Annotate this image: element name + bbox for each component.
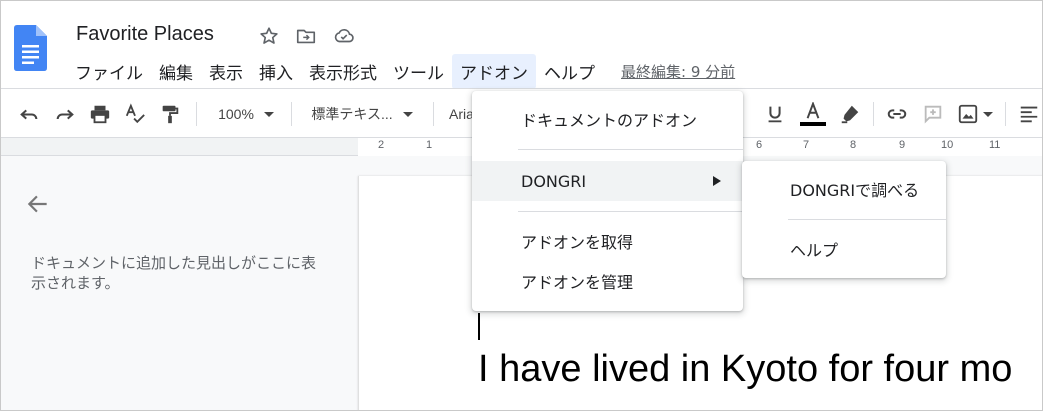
menu-view[interactable]: 表示 [201, 54, 251, 89]
menu-item-manage-addons[interactable]: アドオンを管理 [472, 261, 743, 301]
menu-divider [518, 211, 743, 212]
align-left-icon [1020, 106, 1038, 123]
ruler-label: 11 [989, 139, 1001, 151]
ruler-label: 2 [378, 139, 385, 151]
menu-edit[interactable]: 編集 [151, 54, 201, 89]
undo-icon [20, 109, 38, 120]
menu-item-dongri-help[interactable]: ヘルプ [742, 229, 946, 269]
align-button[interactable] [1017, 102, 1041, 126]
app-window: Favorite Places ファイル 編集 表示 挿入 表示形式 ツール ア… [0, 0, 1043, 411]
text-color-button[interactable] [799, 102, 827, 126]
font-select[interactable]: Aria [449, 102, 474, 126]
menu-divider [518, 149, 743, 150]
highlighter-icon [841, 105, 859, 124]
menu-insert[interactable]: 挿入 [251, 54, 301, 89]
toolbar-divider [1005, 102, 1006, 126]
chevron-down-icon [263, 111, 274, 117]
menu-item-get-addons[interactable]: アドオンを取得 [472, 221, 743, 261]
add-comment-icon [924, 105, 942, 124]
highlight-button[interactable] [838, 102, 862, 126]
print-button[interactable] [88, 102, 112, 126]
toolbar-divider [291, 102, 292, 126]
last-edit-link[interactable]: 最終編集: 9 分前 [621, 61, 735, 82]
redo-button[interactable] [53, 102, 77, 126]
text-cursor [478, 313, 480, 340]
menu-item-label: DONGRI [521, 171, 587, 191]
ruler-label: 7 [803, 139, 810, 151]
undo-button[interactable] [17, 102, 41, 126]
document-body-text[interactable]: I have lived in Kyoto for four mo [478, 348, 1012, 391]
text-color-icon [806, 102, 820, 119]
toolbar-divider [433, 102, 434, 126]
dongri-submenu: DONGRIで調べる ヘルプ [742, 161, 946, 278]
add-comment-button[interactable] [921, 102, 945, 126]
ruler-label: 8 [850, 139, 857, 151]
docs-logo-icon[interactable] [14, 25, 47, 71]
underline-icon [768, 106, 782, 123]
zoom-select[interactable]: 100% [211, 102, 281, 126]
menu-file[interactable]: ファイル [67, 54, 151, 89]
insert-link-button[interactable] [885, 102, 909, 126]
print-icon [90, 105, 110, 124]
ruler-label: 9 [899, 139, 906, 151]
arrow-back-icon[interactable] [25, 191, 51, 217]
paint-format-button[interactable] [158, 102, 182, 126]
addons-menu: ドキュメントのアドオン DONGRI アドオンを取得 アドオンを管理 [472, 91, 743, 311]
redo-icon [56, 109, 74, 120]
ruler-label: 1 [426, 139, 433, 151]
outline-hint: ドキュメントに追加した見出しがここに表示されます。 [31, 254, 317, 292]
ruler-label: 6 [756, 139, 763, 151]
text-color-swatch [800, 122, 826, 126]
menu-divider [788, 219, 946, 220]
image-icon [958, 104, 978, 124]
menu-help[interactable]: ヘルプ [536, 54, 603, 89]
menu-format[interactable]: 表示形式 [301, 54, 385, 89]
move-to-folder-icon[interactable] [295, 25, 317, 47]
paragraph-style-select[interactable]: 標準テキス... [306, 102, 418, 126]
ruler-label: 10 [941, 139, 954, 151]
document-title[interactable]: Favorite Places [76, 23, 214, 46]
menu-tools[interactable]: ツール [385, 54, 452, 89]
insert-image-button[interactable] [955, 102, 995, 126]
menu-item-dongri-lookup[interactable]: DONGRIで調べる [742, 169, 946, 209]
menu-addons[interactable]: アドオン [452, 53, 536, 89]
paint-format-icon [162, 105, 179, 124]
toolbar-divider [196, 102, 197, 126]
cloud-saved-icon[interactable] [333, 25, 355, 47]
chevron-down-icon [983, 111, 993, 117]
menu-item-dongri[interactable]: DONGRI [472, 161, 743, 201]
star-icon[interactable] [258, 25, 280, 47]
toolbar-divider [873, 102, 874, 126]
spellcheck-button[interactable] [123, 102, 147, 126]
underline-button[interactable] [763, 102, 787, 126]
link-icon [887, 109, 907, 119]
chevron-down-icon [402, 111, 413, 117]
menu-bar: ファイル 編集 表示 挿入 表示形式 ツール アドオン ヘルプ 最終編集: 9 … [67, 53, 735, 89]
menu-item-document-addons[interactable]: ドキュメントのアドオン [472, 99, 743, 139]
submenu-arrow-icon [713, 176, 721, 186]
spellcheck-icon [125, 103, 145, 124]
